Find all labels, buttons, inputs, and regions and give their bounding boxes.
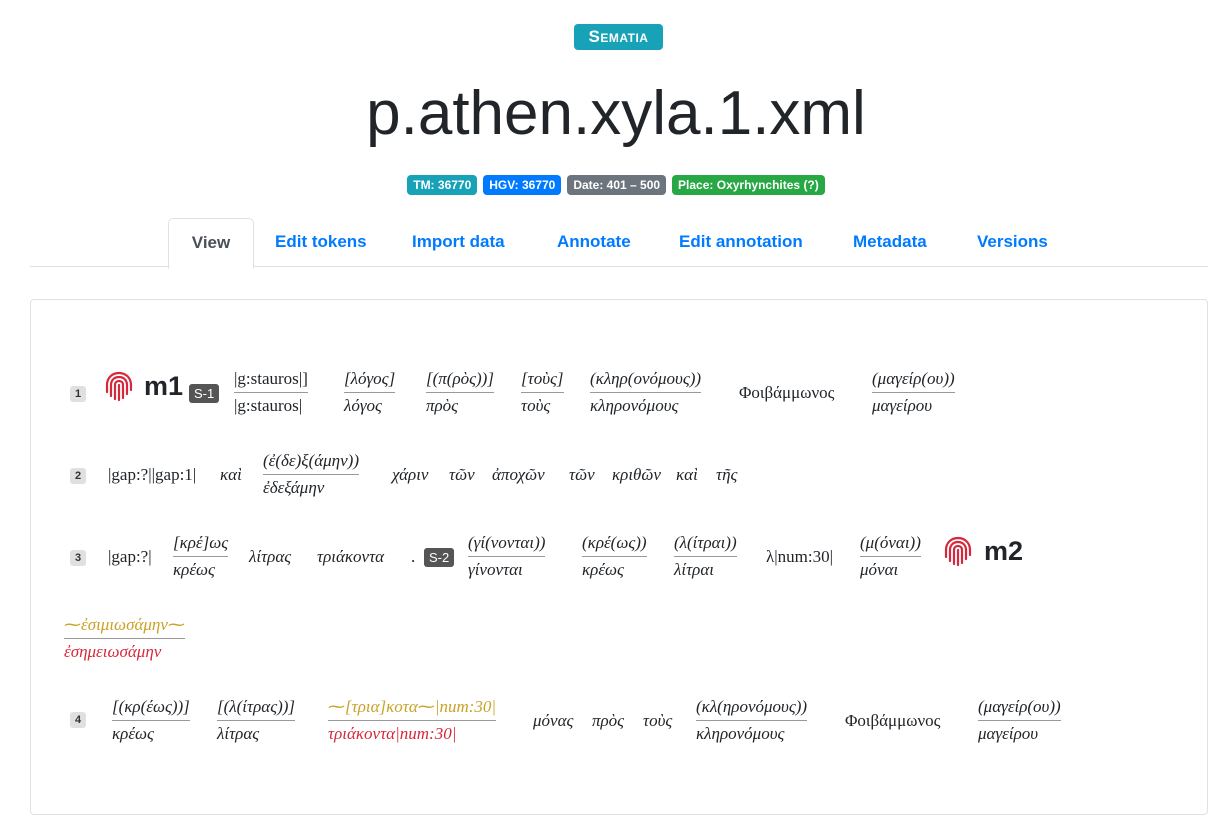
token[interactable]: ⁓[τρια]κοτα⁓|num:30| τριάκοντα|num:30| bbox=[328, 697, 497, 744]
token-regularized: τριάκοντα|num:30| bbox=[328, 724, 457, 743]
token[interactable]: τῶν bbox=[449, 465, 475, 485]
token-regularized: λίτρας bbox=[217, 724, 260, 743]
token[interactable]: κριθῶν bbox=[612, 465, 661, 485]
token-regularized: κληρονόμους bbox=[696, 724, 785, 743]
date-badge: Date: 401 – 500 bbox=[567, 175, 667, 195]
line-number: 1 bbox=[70, 386, 86, 402]
token[interactable]: [τοὺς] τοὺς bbox=[521, 369, 564, 416]
token[interactable]: [(π(ρὸς))] πρὸς bbox=[426, 369, 494, 416]
token-original: [κρέ]ως bbox=[173, 533, 229, 557]
token[interactable]: (ἐ(δε)ξ(άμην)) ἐδεξάμην bbox=[263, 451, 359, 498]
token[interactable]: (μαγείρ(ου)) μαγείρου bbox=[978, 697, 1061, 744]
token-regularized: λίτραι bbox=[674, 560, 714, 579]
tab-edit-tokens[interactable]: Edit tokens bbox=[275, 218, 367, 266]
token-regularized: κρέως bbox=[112, 724, 154, 743]
hand-label-m1: m1 bbox=[144, 371, 184, 401]
fingerprint-icon bbox=[105, 371, 133, 402]
metadata-badges: TM: 36770 HGV: 36770 Date: 401 – 500 Pla… bbox=[0, 175, 1232, 195]
token-regularized: τοὺς bbox=[521, 396, 551, 415]
token[interactable]: πρὸς bbox=[592, 711, 624, 731]
token-original: [λόγος] bbox=[344, 369, 396, 393]
token[interactable]: (κληρ(ονόμους)) κληρονόμους bbox=[590, 369, 702, 416]
token-original: (κληρ(ονόμους)) bbox=[590, 369, 702, 393]
token-original: [(κρ(έως))] bbox=[112, 697, 190, 721]
token[interactable]: λίτρας bbox=[249, 547, 291, 567]
tab-import-data[interactable]: Import data bbox=[412, 218, 505, 266]
token-regularized: μόναι bbox=[860, 560, 899, 579]
token[interactable]: [κρέ]ως κρέως bbox=[173, 533, 229, 580]
tab-versions[interactable]: Versions bbox=[977, 218, 1048, 266]
token-regularized: μαγείρου bbox=[872, 396, 933, 415]
tab-annotate[interactable]: Annotate bbox=[557, 218, 631, 266]
hand-label-m2: m2 bbox=[984, 536, 1024, 566]
token[interactable]: Φοιβάμμωνος bbox=[739, 383, 834, 403]
token-original: |g:stauros|] bbox=[234, 369, 308, 393]
token[interactable]: καὶ bbox=[676, 465, 698, 485]
token-original: (γί(νονται)) bbox=[468, 533, 546, 557]
text-view-panel: 1 m1 S-1 |g:stauros|] |g:stauros| [λόγος]… bbox=[30, 299, 1208, 815]
token[interactable]: χάριν bbox=[392, 465, 428, 485]
token-original: (λ(ίτραι)) bbox=[674, 533, 737, 557]
token[interactable]: ⁓ἐσιμιωσάμην⁓ ἐσημειωσάμην bbox=[64, 615, 185, 662]
token-regularized: μαγείρου bbox=[978, 724, 1039, 743]
fingerprint-icon bbox=[944, 536, 972, 567]
nav-tabs: View Edit tokens Import data Annotate Ed… bbox=[30, 218, 1208, 269]
section-badge: S-1 bbox=[189, 384, 220, 403]
token[interactable]: τριάκοντα bbox=[317, 547, 384, 567]
token[interactable]: Φοιβάμμωνος bbox=[845, 711, 940, 731]
page-title: p.athen.xyla.1.xml bbox=[366, 79, 866, 148]
token[interactable]: τοὺς bbox=[643, 711, 672, 731]
token-regularized: κληρονόμους bbox=[590, 396, 679, 415]
token[interactable]: τῆς bbox=[716, 465, 737, 485]
token-original: (κλ(ηρονόμους)) bbox=[696, 697, 808, 721]
tab-view[interactable]: View bbox=[168, 218, 254, 269]
token-regularized: κρέως bbox=[582, 560, 624, 579]
token-regularized: κρέως bbox=[173, 560, 215, 579]
token-original: (μαγείρ(ου)) bbox=[978, 697, 1061, 721]
token-regularized: |g:stauros| bbox=[234, 396, 303, 415]
token-original: [(π(ρὸς))] bbox=[426, 369, 494, 393]
token[interactable]: (μ(όναι)) μόναι bbox=[860, 533, 921, 580]
token[interactable]: (κλ(ηρονόμους)) κληρονόμους bbox=[696, 697, 808, 744]
token[interactable]: (κρέ(ως)) κρέως bbox=[582, 533, 647, 580]
section-badge: S-2 bbox=[424, 548, 455, 567]
tm-badge: TM: 36770 bbox=[407, 175, 478, 195]
line-number: 4 bbox=[70, 712, 86, 728]
token-original: (μαγείρ(ου)) bbox=[872, 369, 955, 393]
token[interactable]: (γί(νονται)) γίνονται bbox=[468, 533, 546, 580]
token[interactable]: (λ(ίτραι)) λίτραι bbox=[674, 533, 737, 580]
token-original: [τοὺς] bbox=[521, 369, 564, 393]
tab-edit-annotation[interactable]: Edit annotation bbox=[679, 218, 803, 266]
token[interactable]: [(κρ(έως))] κρέως bbox=[112, 697, 190, 744]
hgv-badge: HGV: 36770 bbox=[483, 175, 562, 195]
token-regularized: ἐσημειωσάμην bbox=[64, 642, 162, 661]
token[interactable]: |g:stauros|] |g:stauros| bbox=[234, 369, 308, 416]
token-original: ⁓[τρια]κοτα⁓|num:30| bbox=[328, 697, 497, 721]
token-regularized: πρὸς bbox=[426, 396, 459, 415]
token-original: ⁓ἐσιμιωσάμην⁓ bbox=[64, 615, 185, 639]
place-badge: Place: Oxyrhynchites (?) bbox=[672, 175, 825, 195]
line-number: 2 bbox=[70, 468, 86, 484]
token-original: (ἐ(δε)ξ(άμην)) bbox=[263, 451, 359, 475]
token[interactable]: μόνας bbox=[533, 711, 573, 731]
token-original: [(λ(ίτρας))] bbox=[217, 697, 296, 721]
token-gap[interactable]: |gap:?| bbox=[108, 547, 152, 567]
token-original: (μ(όναι)) bbox=[860, 533, 921, 557]
token-regularized: ἐδεξάμην bbox=[263, 478, 325, 497]
token[interactable]: [(λ(ίτρας))] λίτρας bbox=[217, 697, 296, 744]
token-gap[interactable]: |gap:?||gap:1| bbox=[108, 465, 196, 485]
tab-metadata[interactable]: Metadata bbox=[853, 218, 927, 266]
token-punctuation[interactable]: . bbox=[411, 547, 415, 567]
token-regularized: λόγος bbox=[344, 396, 382, 415]
token-original: (κρέ(ως)) bbox=[582, 533, 647, 557]
token[interactable]: [λόγος] λόγος bbox=[344, 369, 396, 416]
token[interactable]: καὶ bbox=[220, 465, 242, 485]
token[interactable]: (μαγείρ(ου)) μαγείρου bbox=[872, 369, 955, 416]
token[interactable]: ἀποχῶν bbox=[492, 465, 545, 485]
brand-badge[interactable]: Sematia bbox=[574, 24, 663, 50]
line-number: 3 bbox=[70, 550, 86, 566]
token[interactable]: τῶν bbox=[569, 465, 595, 485]
token-regularized: γίνονται bbox=[468, 560, 523, 579]
token[interactable]: λ|num:30| bbox=[766, 547, 833, 567]
